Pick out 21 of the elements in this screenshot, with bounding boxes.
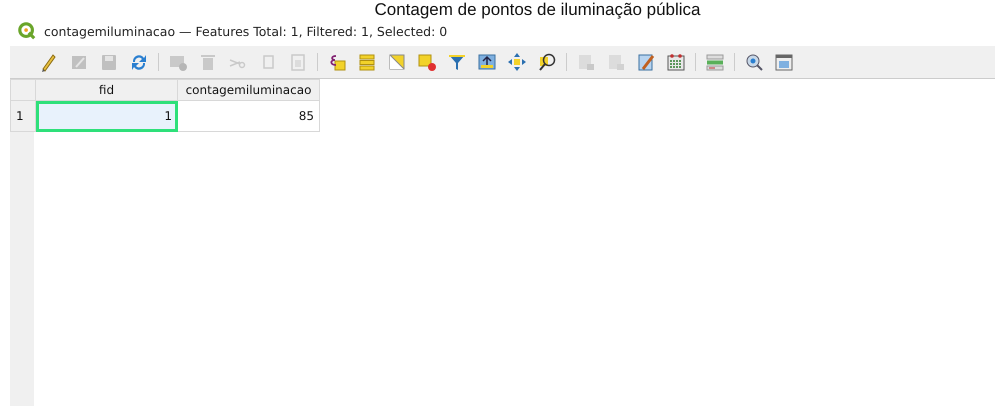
conditional-formatting-icon[interactable] — [666, 52, 686, 72]
move-to-top-icon[interactable] — [477, 52, 497, 72]
table-cell[interactable]: 85 — [178, 100, 320, 132]
app-logo-icon — [18, 22, 36, 40]
zoom-icon[interactable] — [537, 52, 557, 72]
row-header[interactable]: 1 — [10, 100, 36, 132]
actions-icon[interactable] — [705, 52, 725, 72]
caption: Contagem de pontos de iluminação pública — [374, 0, 701, 20]
column-header[interactable]: fid — [36, 80, 178, 100]
reload-icon[interactable] — [129, 52, 149, 72]
table-cell[interactable]: 1 — [36, 100, 178, 132]
column-header[interactable]: contagemiluminacao — [178, 80, 320, 100]
filter-icon[interactable] — [447, 52, 467, 72]
dock-window-icon[interactable] — [774, 52, 794, 72]
window-title: contagemiluminacao — Features Total: 1, Filtered: 1, Selected: 0 — [44, 24, 448, 38]
pan-icon[interactable] — [507, 52, 527, 72]
select-all-icon[interactable] — [357, 52, 377, 72]
field-calculator-icon[interactable] — [636, 52, 656, 72]
invert-selection-icon[interactable] — [387, 52, 407, 72]
deselect-icon[interactable] — [417, 52, 437, 72]
magnifier-icon[interactable] — [744, 52, 764, 72]
